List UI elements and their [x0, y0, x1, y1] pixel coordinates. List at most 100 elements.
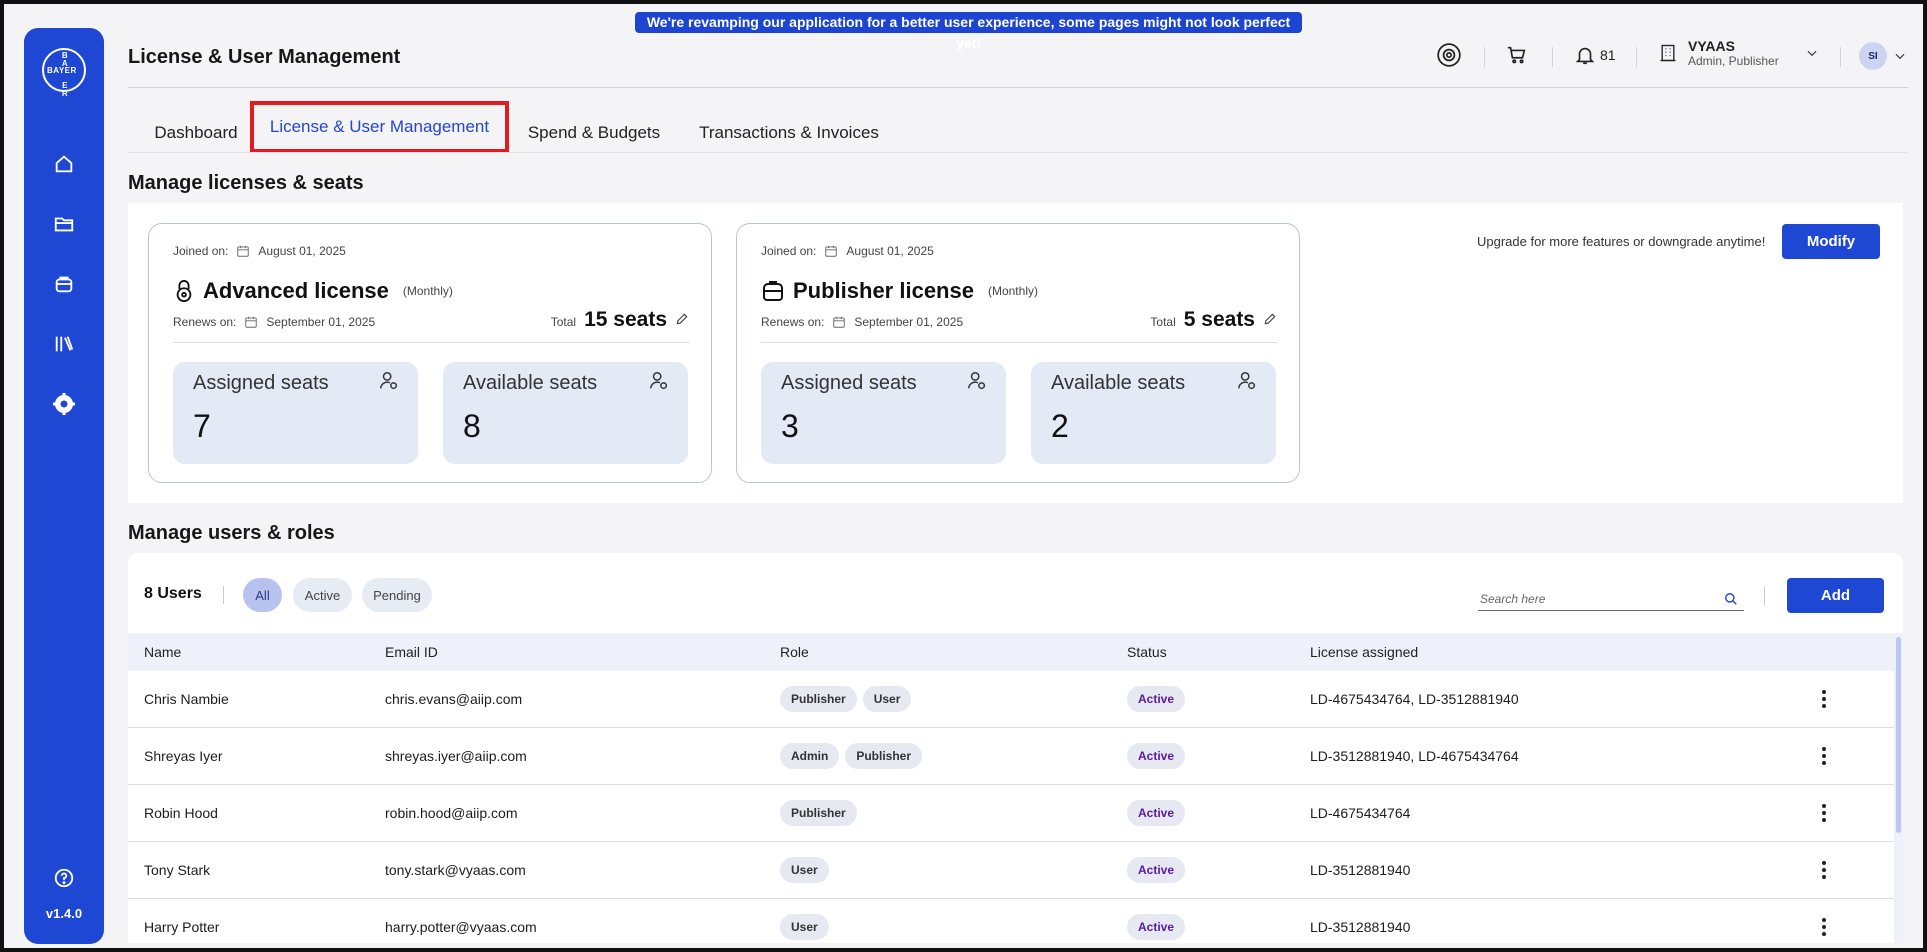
license-assigned: LD-3512881940: [1310, 862, 1411, 878]
filter-pending[interactable]: Pending: [362, 578, 432, 612]
search-input[interactable]: [1478, 589, 1714, 609]
joined-date: August 01, 2025: [846, 244, 934, 258]
profile-menu[interactable]: SI: [1859, 42, 1907, 70]
header-divider: [1840, 47, 1841, 67]
tab-spend-budgets[interactable]: Spend & Budgets: [524, 114, 664, 152]
column-header-name[interactable]: Name: [144, 644, 181, 660]
table-row[interactable]: Robin Hood robin.hood@aiip.com Publisher…: [128, 785, 1894, 842]
column-header-status[interactable]: Status: [1127, 644, 1167, 660]
column-header-email[interactable]: Email ID: [385, 644, 438, 660]
column-header-license[interactable]: License assigned: [1310, 644, 1418, 660]
joined-date: August 01, 2025: [258, 244, 346, 258]
edit-icon[interactable]: [1263, 312, 1277, 326]
status-cell: Active: [1127, 857, 1186, 883]
tab-dashboard[interactable]: Dashboard: [136, 114, 256, 152]
assigned-seats-label: Assigned seats: [193, 372, 329, 394]
role-chip: User: [780, 914, 829, 940]
bell-icon: [1575, 47, 1595, 65]
status-cell: Active: [1127, 743, 1186, 769]
license-assigned: LD-4675434764, LD-3512881940: [1310, 691, 1519, 707]
tabs-divider: [128, 152, 1908, 153]
users-panel: 8 Users All Active Pending Add Name Emai…: [128, 553, 1903, 943]
assigned-seats-value: 3: [781, 408, 799, 444]
building-icon: [1660, 44, 1676, 62]
bag-icon[interactable]: [52, 272, 76, 296]
row-actions-icon[interactable]: [1818, 744, 1830, 768]
notifications-button[interactable]: 81: [1574, 44, 1616, 66]
account-name: VYAAS: [1688, 38, 1735, 54]
assigned-seats-value: 7: [193, 408, 211, 444]
chevron-down-icon: [1807, 50, 1817, 57]
available-seats-box: Available seats 2: [1031, 362, 1276, 464]
users-gear-icon: [966, 370, 988, 397]
user-email: robin.hood@aiip.com: [385, 805, 518, 821]
table-row[interactable]: Chris Nambie chris.evans@aiip.com Publis…: [128, 671, 1894, 728]
row-actions-icon[interactable]: [1818, 915, 1830, 939]
total-seats-value: 15 seats: [584, 308, 667, 331]
column-header-role[interactable]: Role: [780, 644, 809, 660]
role-chip: Admin: [780, 743, 840, 769]
assigned-seats-box: Assigned seats 3: [761, 362, 1006, 464]
row-actions-icon[interactable]: [1818, 858, 1830, 882]
table-row[interactable]: Harry Potter harry.potter@vyaas.com User…: [128, 899, 1894, 943]
user-email: harry.potter@vyaas.com: [385, 919, 537, 935]
table-row[interactable]: Tony Stark tony.stark@vyaas.com User Act…: [128, 842, 1894, 899]
role-chip: User: [862, 686, 912, 712]
table-row[interactable]: Shreyas Iyer shreyas.iyer@aiip.com Admin…: [128, 728, 1894, 785]
announcement-banner: We're revamping our application for a be…: [635, 12, 1302, 51]
library-icon[interactable]: [52, 332, 76, 356]
cart-icon[interactable]: [1506, 44, 1528, 66]
role-chip: Publisher: [780, 800, 857, 826]
calendar-icon: [833, 316, 846, 328]
header-divider: [1552, 47, 1553, 67]
search-icon[interactable]: [1724, 592, 1738, 611]
status-cell: Active: [1127, 914, 1186, 940]
header-divider-line: [128, 87, 1908, 88]
support-icon[interactable]: [1436, 42, 1462, 68]
help-icon[interactable]: [52, 866, 76, 890]
renew-info: Renews on: September 01, 2025: [173, 315, 375, 329]
filter-active[interactable]: Active: [293, 578, 352, 612]
available-seats-label: Available seats: [1051, 372, 1186, 394]
joined-label: Joined on:: [173, 244, 229, 258]
user-roles: Publisher User: [780, 686, 917, 712]
user-roles: Admin Publisher: [780, 743, 928, 769]
users-gear-icon: [378, 370, 400, 397]
license-card: Joined on: August 01, 2025 Publisher lic…: [736, 223, 1300, 483]
role-chip: Publisher: [845, 743, 923, 769]
status-badge: Active: [1127, 914, 1186, 940]
bayer-logo[interactable]: BAYER BAER: [42, 48, 86, 97]
user-email: chris.evans@aiip.com: [385, 691, 523, 707]
status-badge: Active: [1127, 743, 1186, 769]
home-icon[interactable]: [52, 152, 76, 176]
total-label: Total: [1150, 315, 1176, 329]
assigned-seats-label: Assigned seats: [781, 372, 917, 394]
gear-icon[interactable]: [52, 392, 76, 416]
account-switcher[interactable]: VYAAS Admin, Publisher: [1658, 38, 1819, 68]
filter-all[interactable]: All: [243, 578, 282, 612]
renews-date: September 01, 2025: [266, 315, 376, 329]
license-name: Publisher license: [793, 278, 974, 303]
row-actions-icon[interactable]: [1818, 801, 1830, 825]
folder-icon[interactable]: [52, 212, 76, 236]
scrollbar-thumb[interactable]: [1896, 637, 1901, 833]
edit-icon[interactable]: [675, 312, 689, 326]
add-user-button[interactable]: Add: [1787, 578, 1884, 613]
app-frame: We're revamping our application for a be…: [0, 0, 1927, 952]
calendar-icon: [825, 245, 838, 257]
user-name: Robin Hood: [144, 805, 218, 821]
account-role: Admin, Publisher: [1688, 54, 1779, 68]
modify-button[interactable]: Modify: [1782, 224, 1880, 259]
user-email: tony.stark@vyaas.com: [385, 862, 526, 878]
tab-transactions-invoices[interactable]: Transactions & Invoices: [696, 114, 882, 152]
users-gear-icon: [648, 370, 670, 397]
available-seats-box: Available seats 8: [443, 362, 688, 464]
row-actions-icon[interactable]: [1818, 687, 1830, 711]
status-badge: Active: [1127, 686, 1186, 712]
tab-license-user-management[interactable]: License & User Management: [250, 101, 509, 153]
license-assigned: LD-3512881940, LD-4675434764: [1310, 748, 1519, 764]
license-title: Advanced license (Monthly): [173, 278, 453, 304]
page-title: License & User Management: [128, 46, 401, 68]
available-seats-label: Available seats: [463, 372, 598, 394]
licenses-section-title: Manage licenses & seats: [128, 172, 364, 194]
